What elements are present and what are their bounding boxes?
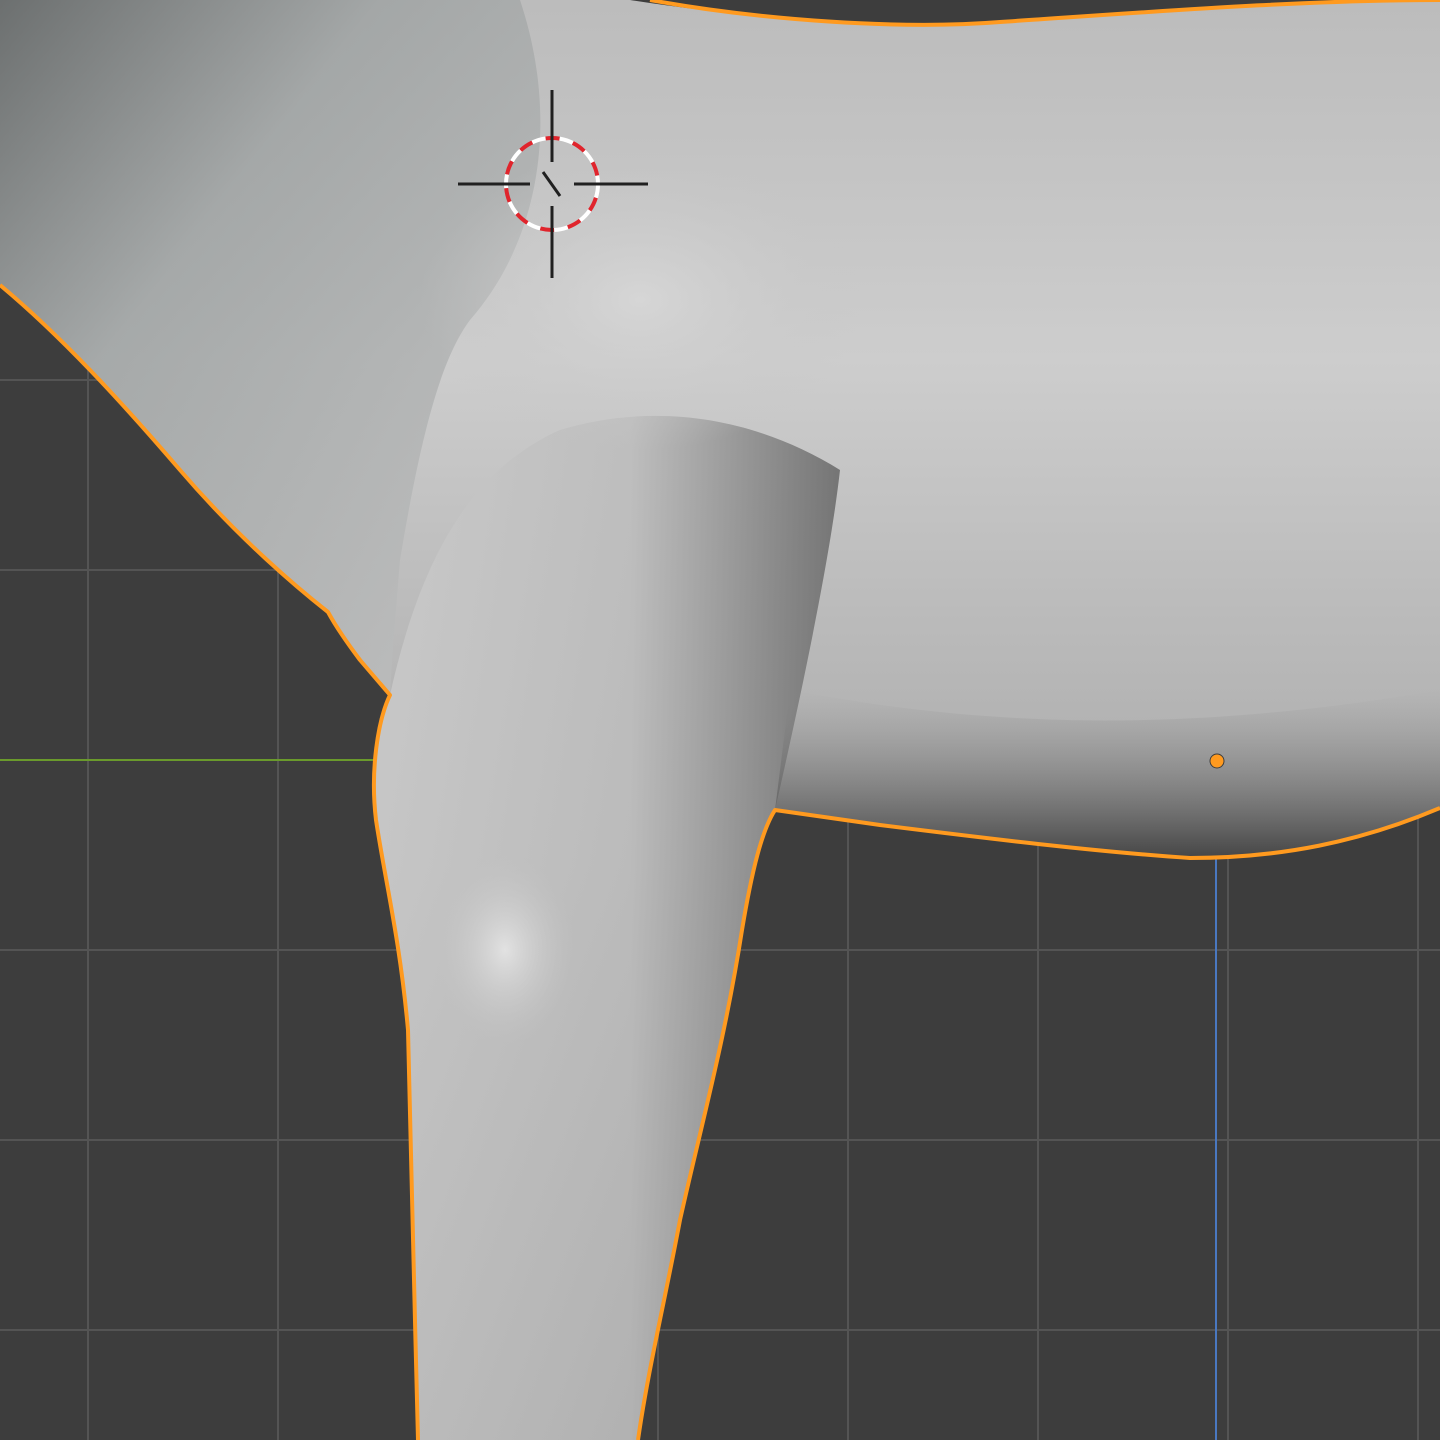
horse-knee-highlight <box>435 855 575 1045</box>
horse-shoulder-highlight <box>420 150 860 450</box>
3d-viewport[interactable] <box>0 0 1440 1440</box>
object-origin-point[interactable] <box>1209 753 1225 769</box>
horse-mesh[interactable] <box>0 0 1440 1440</box>
viewport-canvas[interactable] <box>0 0 1440 1440</box>
